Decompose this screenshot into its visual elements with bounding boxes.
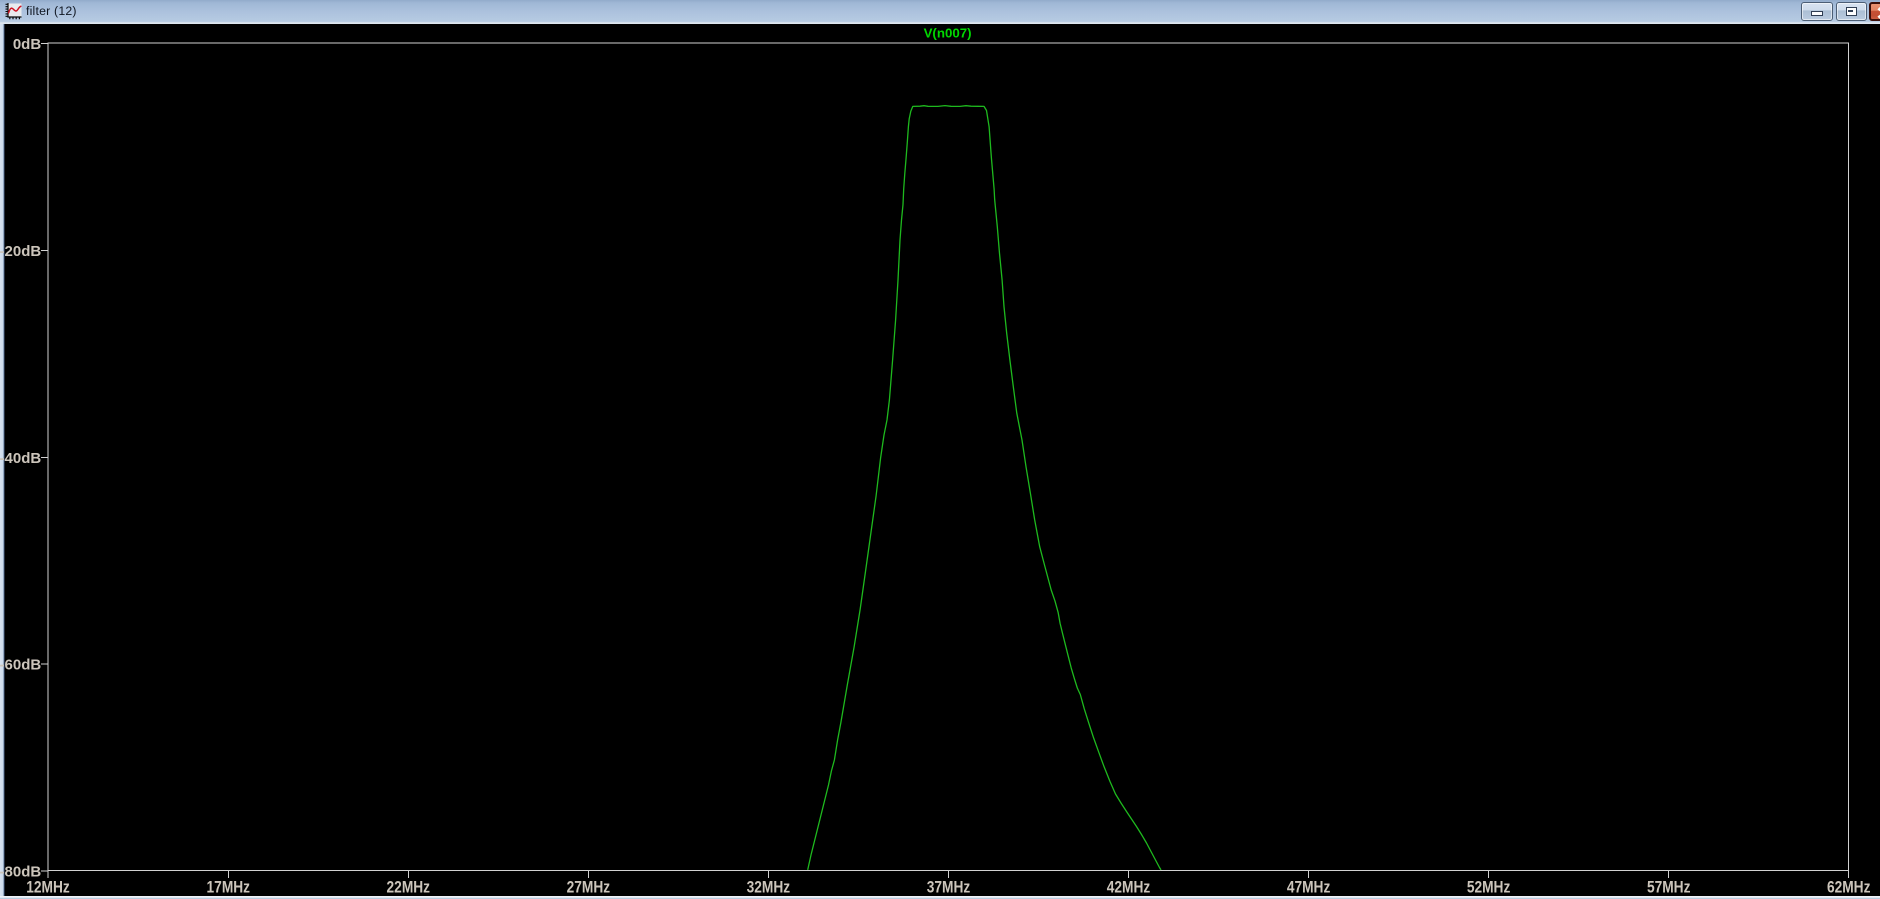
- svg-text:-20dB: -20dB: [0, 243, 41, 260]
- svg-text:-40dB: -40dB: [0, 450, 41, 467]
- svg-text:27MHz: 27MHz: [567, 879, 611, 897]
- svg-text:17MHz: 17MHz: [207, 879, 251, 897]
- svg-text:47MHz: 47MHz: [1287, 879, 1331, 897]
- svg-text:57MHz: 57MHz: [1647, 879, 1691, 897]
- svg-text:42MHz: 42MHz: [1107, 879, 1151, 897]
- svg-text:12MHz: 12MHz: [26, 879, 70, 897]
- svg-text:22MHz: 22MHz: [387, 879, 431, 897]
- svg-text:62MHz: 62MHz: [1827, 879, 1871, 897]
- svg-text:52MHz: 52MHz: [1467, 879, 1511, 897]
- svg-text:0dB: 0dB: [13, 36, 42, 53]
- svg-text:V(n007): V(n007): [924, 25, 972, 40]
- svg-text:32MHz: 32MHz: [747, 879, 791, 897]
- svg-text:37MHz: 37MHz: [927, 879, 971, 897]
- svg-text:-60dB: -60dB: [0, 657, 41, 674]
